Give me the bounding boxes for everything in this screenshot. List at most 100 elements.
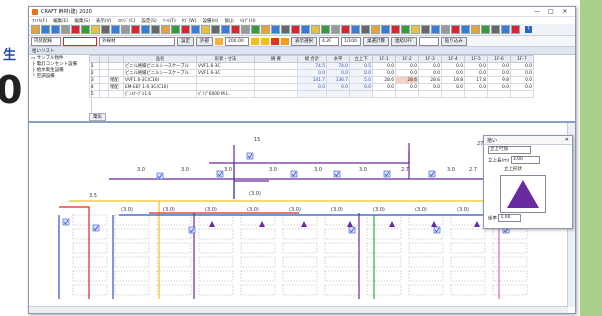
table-cell[interactable]: 0.0 [326, 69, 350, 77]
toolbar-tool-icon[interactable] [151, 25, 160, 34]
column-header[interactable]: 形状・寸法 [196, 55, 255, 63]
menu-file[interactable]: ﾌｧｲﾙ(F) [32, 18, 47, 24]
menu-edit2[interactable]: 編集(S) [74, 18, 89, 24]
table-cell[interactable]: 74.0 [326, 62, 350, 70]
table-cell[interactable]: 0.0 [418, 62, 442, 70]
marker-red-icon[interactable] [271, 37, 279, 45]
table-cell[interactable] [441, 90, 465, 98]
table-cell[interactable] [99, 62, 109, 70]
maximize-button[interactable]: □ [544, 8, 558, 15]
table-cell[interactable]: 17.8 [464, 76, 488, 84]
table-cell[interactable] [487, 90, 511, 98]
table-cell[interactable] [395, 90, 419, 98]
help-button[interactable]: ? [525, 26, 532, 33]
toolbar-tool-icon[interactable] [321, 25, 330, 34]
column-header[interactable]: 水平 [326, 55, 350, 63]
table-row[interactable]: 5 ﾋﾞﾆﾙｹｰﾌﾞﾙ1.6 ﾊﾟｲﾌﾟ6000 M.L. [89, 90, 534, 98]
table-cell[interactable]: 0.0 [297, 83, 327, 91]
table-cell[interactable]: 0.0 [464, 83, 488, 91]
table-cell[interactable] [99, 69, 109, 77]
menu-tools[interactable]: ﾂｰﾙ(T) [163, 18, 176, 24]
toolbar-tool-icon[interactable] [291, 25, 300, 34]
toolbar-tool-icon[interactable] [211, 25, 220, 34]
column-header[interactable]: 1F-3 [418, 55, 442, 63]
table-cell[interactable] [464, 90, 488, 98]
toolbar-tool-icon[interactable] [481, 25, 490, 34]
column-header[interactable]: 1F-5 [464, 55, 488, 63]
dialog-close-icon[interactable]: ✕ [565, 137, 569, 143]
toolbar-tool-icon[interactable] [181, 25, 190, 34]
minimize-button[interactable]: — [530, 8, 544, 15]
show-select-button[interactable]: 表示選択 [291, 36, 317, 46]
table-cell[interactable]: 28.6 [395, 76, 419, 84]
horizontal-scrollbar[interactable] [29, 306, 568, 313]
toolbar-tool-icon[interactable] [41, 25, 50, 34]
table-cell[interactable]: 5.0 [349, 76, 373, 84]
column-header[interactable]: 1F-1 [372, 55, 396, 63]
toolbar-tool-icon[interactable] [461, 25, 470, 34]
table-cell[interactable]: 0.0 [297, 69, 327, 77]
table-cell[interactable] [108, 90, 124, 98]
menu-view[interactable]: 表示(V) [96, 18, 112, 24]
toolbar-tool-icon[interactable] [511, 25, 520, 34]
toolbar-tool-icon[interactable] [241, 25, 250, 34]
table-cell[interactable]: 2 [89, 69, 100, 77]
column-header[interactable]: 総 合計 [297, 55, 327, 63]
menu-edit[interactable]: 編集(E) [53, 18, 68, 24]
table-cell[interactable]: 1 [89, 62, 100, 70]
zoom-field[interactable]: 200.00 [225, 36, 249, 46]
table-cell[interactable] [99, 76, 109, 84]
table-cell[interactable]: 0.0 [464, 62, 488, 70]
table-cell[interactable]: 0.0 [441, 69, 465, 77]
toolbar-tool-icon[interactable] [471, 25, 480, 34]
close-button[interactable]: ✕ [558, 8, 572, 15]
toolbar-tool-icon[interactable] [171, 25, 180, 34]
table-cell[interactable]: 3 [89, 76, 100, 84]
toolbar-tool-icon[interactable] [201, 25, 210, 34]
setting-button[interactable]: 設定 [177, 36, 194, 46]
column-header[interactable] [89, 55, 100, 63]
tab-electric[interactable]: 電気 [89, 113, 106, 121]
column-header[interactable]: 1F-7 [510, 55, 534, 63]
toolbar-tool-icon[interactable] [301, 25, 310, 34]
toolbar-tool-icon[interactable] [141, 25, 150, 34]
table-cell[interactable] [372, 90, 396, 98]
select-button[interactable]: 外部 [196, 36, 213, 46]
table-cell[interactable]: 28.6 [418, 76, 442, 84]
column-header[interactable]: 1F-6 [487, 55, 511, 63]
toolbar-tool-icon[interactable] [401, 25, 410, 34]
table-cell[interactable] [297, 90, 327, 98]
table-cell[interactable]: 0.0 [349, 69, 373, 77]
table-cell[interactable] [196, 83, 255, 91]
toolbar-tool-icon[interactable] [491, 25, 500, 34]
color-icon[interactable] [215, 37, 223, 45]
table-cell[interactable]: 0.0 [372, 62, 396, 70]
table-cell[interactable]: 0.5 [349, 62, 373, 70]
toolbar-tool-icon[interactable] [161, 25, 170, 34]
marker-orange-icon[interactable] [281, 37, 289, 45]
table-row[interactable]: 4 埋配 EM-EEF 1.6-3C(C16) 0.0 0.0 0.0 0.0 0.0 0.0 0… [89, 83, 534, 91]
table-cell[interactable]: VVF1.6-3C [196, 62, 255, 70]
toolbar-tool-icon[interactable] [281, 25, 290, 34]
table-row[interactable]: 2 ビニル絶縁ビニルシースケーブル VVF1.6-3C 0.0 0.0 0.0 0.0 0.0… [89, 69, 534, 77]
table-cell[interactable]: 0.0 [326, 83, 350, 91]
collect-button[interactable]: 桌選計算 [363, 36, 389, 46]
rate-field[interactable]: 1.00 [498, 214, 522, 222]
toolbar-tool-icon[interactable] [221, 25, 230, 34]
table-cell[interactable]: 0.0 [510, 62, 534, 70]
table-cell[interactable]: 0.0 [487, 69, 511, 77]
toolbar-tool-icon[interactable] [111, 25, 120, 34]
table-cell[interactable] [418, 90, 442, 98]
toolbar-tool-icon[interactable] [371, 25, 380, 34]
table-cell[interactable]: 0.0 [510, 69, 534, 77]
table-cell[interactable]: 0.0 [464, 69, 488, 77]
toolbar-tool-icon[interactable] [101, 25, 110, 34]
table-cell[interactable]: 141.7 [297, 76, 327, 84]
toolbar-tool-icon[interactable] [251, 25, 260, 34]
toolbar-tool-icon[interactable] [311, 25, 320, 34]
toolbar-tool-icon[interactable] [131, 25, 140, 34]
toolbar-tool-icon[interactable] [411, 25, 420, 34]
layer-field[interactable]: 内装配線 [31, 36, 61, 46]
toolbar-tool-icon[interactable] [341, 25, 350, 34]
snap-button[interactable]: 連結OFF [391, 36, 417, 46]
